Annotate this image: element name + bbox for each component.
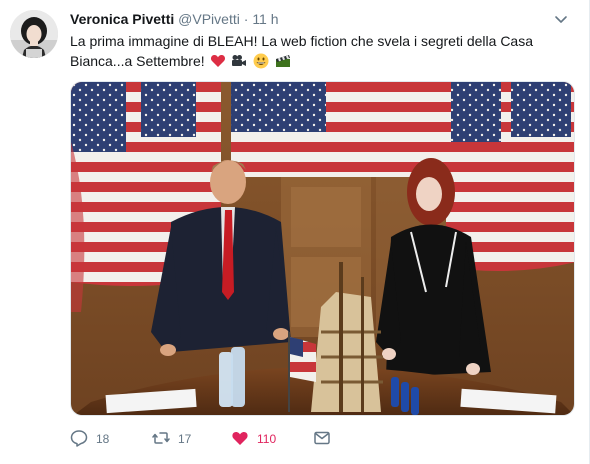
tweet-card[interactable]: Veronica Pivetti @VPivetti · 11 h La pri… [0, 0, 590, 464]
separator-dot: · [243, 11, 249, 27]
direct-message-button[interactable] [313, 425, 331, 453]
like-button[interactable]: 110 [231, 425, 276, 453]
tweet-actions: 18 17 110 [70, 425, 570, 453]
retweet-icon [152, 429, 170, 450]
reply-button[interactable]: 18 [70, 425, 109, 453]
avatar[interactable] [10, 10, 58, 58]
grinning-face-emoji [253, 53, 269, 69]
user-handle[interactable]: @VPivetti [178, 11, 240, 27]
reply-icon [70, 429, 88, 450]
tweet-text: La prima immagine di BLEAH! La web ficti… [70, 31, 570, 71]
like-count: 110 [257, 432, 277, 446]
reply-count: 18 [96, 432, 110, 446]
timestamp[interactable]: 11 h [252, 11, 278, 27]
like-icon [231, 429, 249, 450]
retweet-count: 17 [178, 432, 192, 446]
movie-camera-emoji [231, 53, 247, 69]
heart-emoji [210, 53, 226, 69]
display-name[interactable]: Veronica Pivetti [70, 11, 174, 27]
clapper-board-emoji [275, 53, 291, 69]
avatar-image [10, 10, 58, 58]
tweet-image[interactable] [70, 81, 575, 416]
tweet-text-body: La prima immagine di BLEAH! La web ficti… [70, 33, 534, 69]
tweet-header: Veronica Pivetti @VPivetti · 11 h [70, 11, 569, 31]
direct-message-icon [313, 429, 331, 450]
retweet-button[interactable]: 17 [152, 425, 191, 453]
chevron-down-icon[interactable] [553, 11, 569, 27]
photo [71, 82, 574, 415]
